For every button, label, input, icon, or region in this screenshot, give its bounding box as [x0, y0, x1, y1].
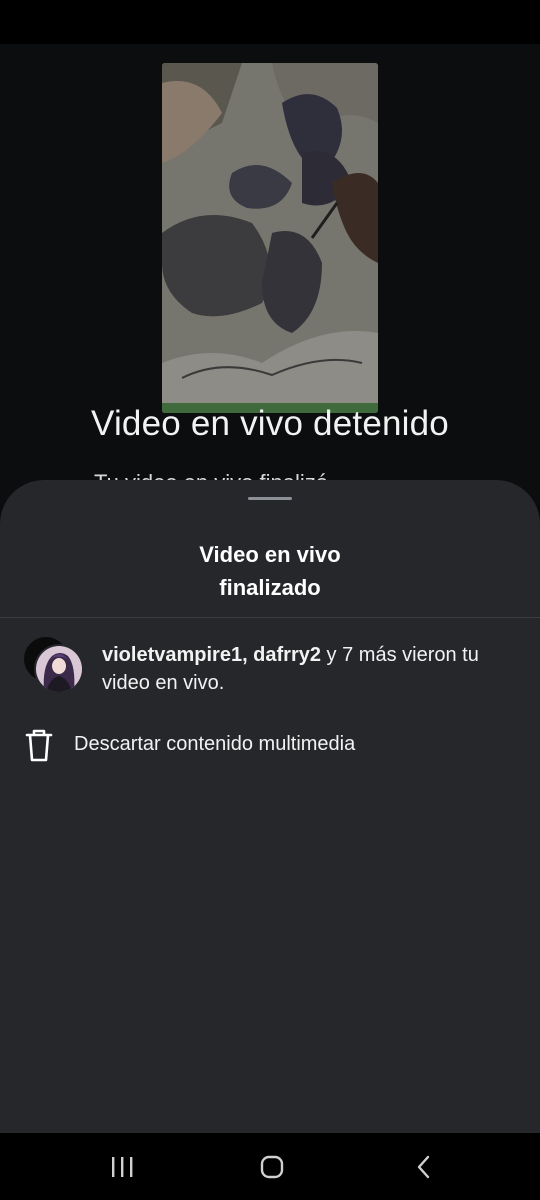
- viewers-summary-row[interactable]: violetvampire1, dafrry2 y 7 más vieron t…: [22, 632, 522, 702]
- viewers-summary-text: violetvampire1, dafrry2 y 7 más vieron t…: [102, 641, 522, 697]
- discard-media-button[interactable]: Descartar contenido multimedia: [22, 725, 522, 765]
- discard-media-label: Descartar contenido multimedia: [74, 733, 356, 755]
- home-icon[interactable]: [252, 1150, 292, 1184]
- trash-icon: [25, 729, 53, 762]
- back-icon[interactable]: [404, 1150, 444, 1184]
- system-nav-bar: [0, 1133, 540, 1200]
- recents-icon[interactable]: [102, 1150, 142, 1184]
- sheet-title-line2: finalizado: [219, 575, 321, 600]
- live-video-thumbnail: [162, 63, 378, 413]
- sheet-drag-handle[interactable]: [248, 497, 292, 500]
- sheet-title: Video en vivo finalizado: [0, 538, 540, 604]
- viewer-usernames[interactable]: violetvampire1, dafrry2: [102, 644, 321, 666]
- divider: [0, 617, 540, 618]
- sheet-title-line1: Video en vivo: [199, 542, 341, 567]
- live-ended-bottom-sheet: Video en vivo finalizado violetvampire1,…: [0, 480, 540, 1133]
- live-stopped-title: Video en vivo detenido: [91, 404, 449, 443]
- status-bar: [0, 0, 540, 44]
- viewer-avatar: [34, 644, 84, 694]
